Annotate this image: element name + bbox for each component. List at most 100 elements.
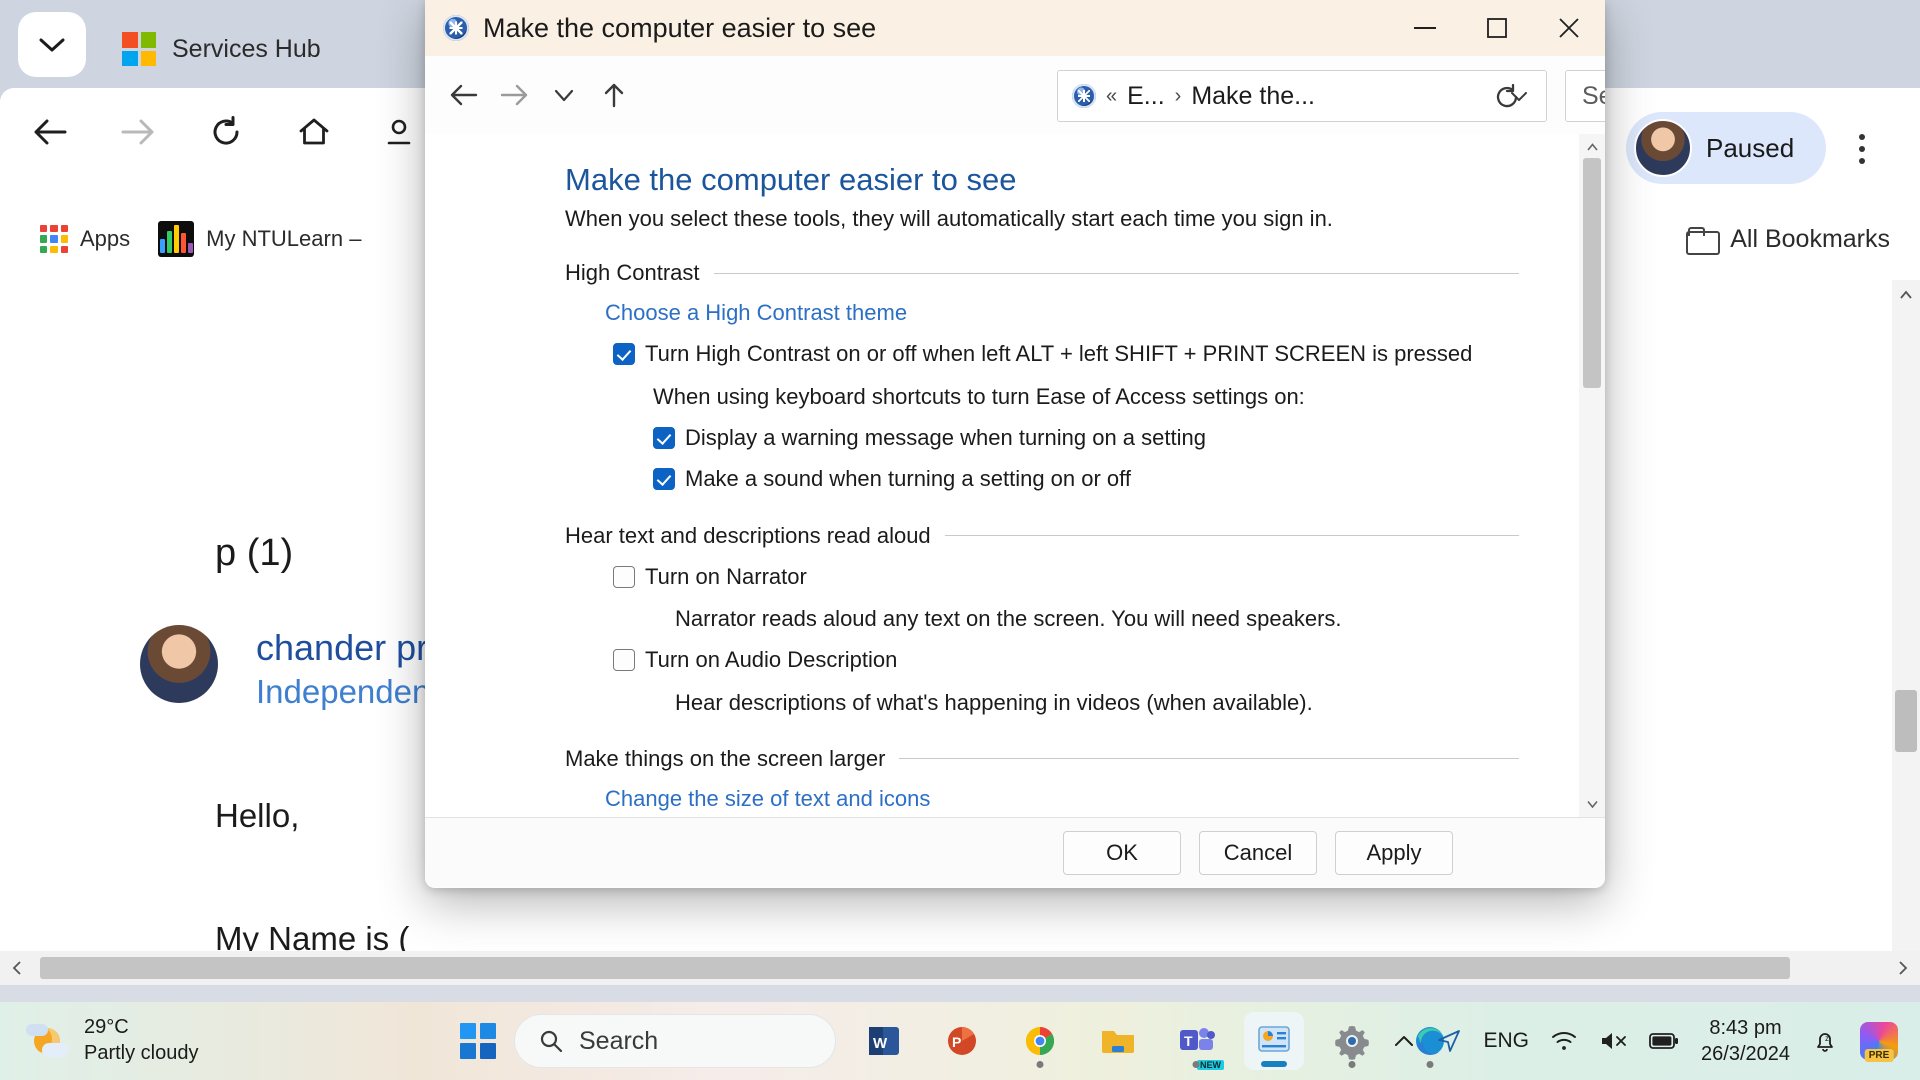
profile-small-icon[interactable] xyxy=(374,104,430,160)
note-keyboard-shortcuts: When using keyboard shortcuts to turn Ea… xyxy=(653,383,1305,409)
bookmark-label: Apps xyxy=(80,226,131,251)
language-indicator[interactable]: ENG xyxy=(1484,1029,1530,1053)
reload-icon[interactable] xyxy=(198,104,254,160)
page-title: Make the computer easier to see xyxy=(565,162,1017,197)
bookmark-apps[interactable]: Apps xyxy=(26,216,144,262)
tab-search-chevron-icon[interactable] xyxy=(18,12,86,77)
scroll-left-icon[interactable] xyxy=(0,951,34,985)
forward-icon[interactable] xyxy=(110,104,166,160)
cancel-button[interactable]: Cancel xyxy=(1199,830,1317,875)
clock-time: 8:43 pm xyxy=(1709,1017,1782,1039)
notifications-silent-icon[interactable]: z xyxy=(1812,1028,1838,1054)
checkbox-label: Turn High Contrast on or off when left A… xyxy=(645,341,1473,366)
breadcrumb-overflow[interactable]: « xyxy=(1106,85,1117,108)
bookmark-ntulearn[interactable]: My NTULearn – xyxy=(144,216,375,262)
word-taskbar-icon[interactable]: W xyxy=(854,1012,914,1070)
control-panel-scrollbar[interactable] xyxy=(1579,134,1605,817)
section-label: High Contrast xyxy=(565,260,700,285)
apply-button[interactable]: Apply xyxy=(1335,830,1453,875)
scroll-up-icon[interactable] xyxy=(1892,280,1920,308)
checkbox-row-narrator[interactable]: Turn on Narrator xyxy=(613,563,1519,591)
control-panel-search-box[interactable] xyxy=(1565,70,1605,122)
file-explorer-taskbar-icon[interactable] xyxy=(1088,1012,1148,1070)
control-panel-close-button[interactable] xyxy=(1533,0,1605,56)
page-scroll-thumb[interactable] xyxy=(1895,690,1917,752)
powerpoint-taskbar-icon[interactable]: P xyxy=(932,1012,992,1070)
checkbox-display-warning[interactable] xyxy=(653,426,675,449)
home-icon[interactable] xyxy=(286,104,342,160)
control-panel-titlebar: Make the computer easier to see xyxy=(425,0,1605,56)
settings-taskbar-icon[interactable] xyxy=(1322,1012,1382,1070)
control-panel-taskbar-icon[interactable] xyxy=(1244,1012,1304,1070)
breadcrumb-item-1[interactable]: E... xyxy=(1127,82,1165,111)
recent-locations-chevron-down-icon[interactable] xyxy=(539,70,589,120)
apps-grid-icon xyxy=(40,225,68,253)
section-rule xyxy=(899,758,1519,759)
copilot-icon[interactable]: PRE xyxy=(1860,1022,1898,1062)
note-narrator: Narrator reads aloud any text on the scr… xyxy=(675,606,1342,631)
back-icon[interactable] xyxy=(22,104,78,160)
breadcrumb-separator: › xyxy=(1174,84,1182,107)
svg-text:P: P xyxy=(952,1034,961,1050)
section-header-high-contrast: High Contrast xyxy=(565,260,1519,286)
checkbox-label: Turn on Narrator xyxy=(645,563,807,589)
checkbox-row-audio-description[interactable]: Turn on Audio Description xyxy=(613,646,1519,674)
ok-button[interactable]: OK xyxy=(1063,830,1181,875)
checkbox-turn-on-audio-description[interactable] xyxy=(613,649,635,671)
checkbox-make-sound[interactable] xyxy=(653,468,675,490)
breadcrumb-item-2[interactable]: Make the... xyxy=(1191,82,1315,111)
profile-status-label: Paused xyxy=(1706,132,1795,163)
taskbar-search-label: Search xyxy=(579,1026,659,1055)
checkbox-row-make-sound[interactable]: Make a sound when turning a setting on o… xyxy=(653,465,1519,493)
checkbox-turn-on-narrator[interactable] xyxy=(613,565,635,588)
control-panel-minimize-button[interactable] xyxy=(1389,0,1461,56)
ease-of-access-icon xyxy=(1072,84,1096,108)
taskbar-clock[interactable]: 8:43 pm 26/3/2024 xyxy=(1701,1015,1790,1067)
windows-start-icon[interactable] xyxy=(460,1023,496,1059)
clock-date: 26/3/2024 xyxy=(1701,1043,1790,1065)
taskbar-search-box[interactable]: Search xyxy=(514,1014,836,1068)
checkbox-row-high-contrast-shortcut[interactable]: Turn High Contrast on or off when left A… xyxy=(613,340,1519,368)
profile-status-pill[interactable]: Paused xyxy=(1626,112,1826,184)
taskbar-weather-widget[interactable]: 29°C Partly cloudy xyxy=(0,1015,380,1066)
control-panel-maximize-button[interactable] xyxy=(1461,0,1533,56)
scroll-down-icon[interactable] xyxy=(1579,791,1605,817)
page-hscroll-thumb[interactable] xyxy=(40,957,1790,979)
page-horizontal-scrollbar[interactable] xyxy=(0,951,1920,985)
control-panel-window: Make the computer easier to see « E... ›… xyxy=(425,0,1605,888)
volume-muted-icon[interactable] xyxy=(1599,1030,1627,1052)
checkbox-label: Display a warning message when turning o… xyxy=(685,424,1206,450)
weather-description: Partly cloudy xyxy=(84,1042,199,1064)
section-header-hear-text: Hear text and descriptions read aloud xyxy=(565,523,1519,549)
control-panel-scroll-thumb[interactable] xyxy=(1583,158,1601,388)
search-input[interactable] xyxy=(1582,81,1605,111)
battery-icon[interactable] xyxy=(1649,1032,1679,1050)
page-vertical-scrollbar[interactable] xyxy=(1892,280,1920,970)
scroll-up-icon[interactable] xyxy=(1579,134,1605,160)
control-panel-footer: OK Cancel Apply xyxy=(425,817,1605,887)
refresh-icon[interactable] xyxy=(1485,76,1529,118)
chrome-taskbar-icon[interactable] xyxy=(1010,1012,1070,1070)
wifi-icon[interactable] xyxy=(1551,1030,1577,1052)
checkbox-high-contrast-shortcut[interactable] xyxy=(613,343,635,365)
all-bookmarks-button[interactable]: All Bookmarks xyxy=(1686,208,1890,270)
scroll-right-icon[interactable] xyxy=(1886,951,1920,985)
all-bookmarks-label: All Bookmarks xyxy=(1730,224,1890,253)
up-icon[interactable] xyxy=(589,70,639,120)
svg-text:z: z xyxy=(1825,1034,1829,1043)
link-choose-high-contrast-theme[interactable]: Choose a High Contrast theme xyxy=(605,300,907,326)
note-audio-description: Hear descriptions of what's happening in… xyxy=(675,689,1313,715)
section-label: Hear text and descriptions read aloud xyxy=(565,522,931,548)
checkbox-row-display-warning[interactable]: Display a warning message when turning o… xyxy=(653,424,1519,452)
signature-avatar xyxy=(140,625,218,703)
back-icon[interactable] xyxy=(439,70,489,120)
link-change-size-of-text-and-icons[interactable]: Change the size of text and icons xyxy=(605,786,930,812)
folder-icon xyxy=(1686,227,1721,255)
browser-menu-kebab-icon[interactable] xyxy=(1840,122,1884,176)
microsoft-logo-icon xyxy=(122,32,156,66)
chevron-up-icon[interactable] xyxy=(1394,1035,1414,1047)
location-icon[interactable] xyxy=(1436,1028,1462,1054)
breadcrumb[interactable]: « E... › Make the... xyxy=(1057,70,1547,122)
forward-icon[interactable] xyxy=(489,70,539,120)
teams-taskbar-icon[interactable]: T NEW xyxy=(1166,1012,1226,1070)
